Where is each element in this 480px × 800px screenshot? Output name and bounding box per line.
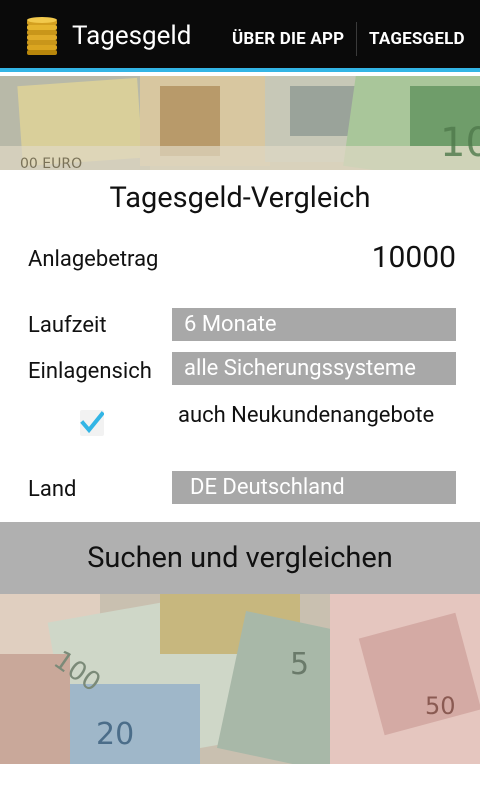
banknotes-background-top: 00 EURO 100 [0, 76, 480, 170]
menu-about-app[interactable]: ÜBER DIE APP [232, 28, 344, 50]
page-title: Tagesgeld-Vergleich [109, 181, 371, 215]
country-label: Land [28, 477, 77, 502]
menu-tagesgeld[interactable]: TAGESGELD [369, 28, 465, 50]
action-bar: Tagesgeld ÜBER DIE APP TAGESGELD [0, 0, 480, 72]
new-customer-label[interactable]: auch Neukundenangebote [178, 402, 438, 430]
amount-input[interactable] [196, 240, 456, 276]
search-compare-button[interactable]: Suchen und vergleichen [0, 522, 480, 594]
bottom-spacer [0, 764, 480, 800]
gold-coins-icon[interactable] [24, 16, 60, 56]
menu-divider [356, 22, 357, 56]
term-select[interactable]: 6 Monate [172, 308, 456, 341]
country-select[interactable]: DE Deutschland [172, 471, 456, 504]
form-panel [0, 170, 480, 522]
deposit-protection-select[interactable]: alle Sicherungssysteme [172, 352, 456, 385]
new-customer-checkbox[interactable] [80, 410, 104, 436]
svg-text:00 EURO: 00 EURO [20, 156, 82, 170]
checkmark-icon [80, 411, 104, 434]
svg-text:100: 100 [440, 120, 480, 166]
svg-text:5: 5 [290, 647, 309, 682]
svg-text:50: 50 [425, 692, 456, 720]
app-title: Tagesgeld [72, 21, 192, 51]
banknotes-background-bottom: 100 50 20 5 [0, 594, 480, 764]
amount-label: Anlagebetrag [28, 247, 159, 272]
term-label: Laufzeit [28, 313, 107, 338]
deposit-protection-label: Einlagensich [28, 359, 152, 384]
svg-text:20: 20 [96, 717, 134, 752]
